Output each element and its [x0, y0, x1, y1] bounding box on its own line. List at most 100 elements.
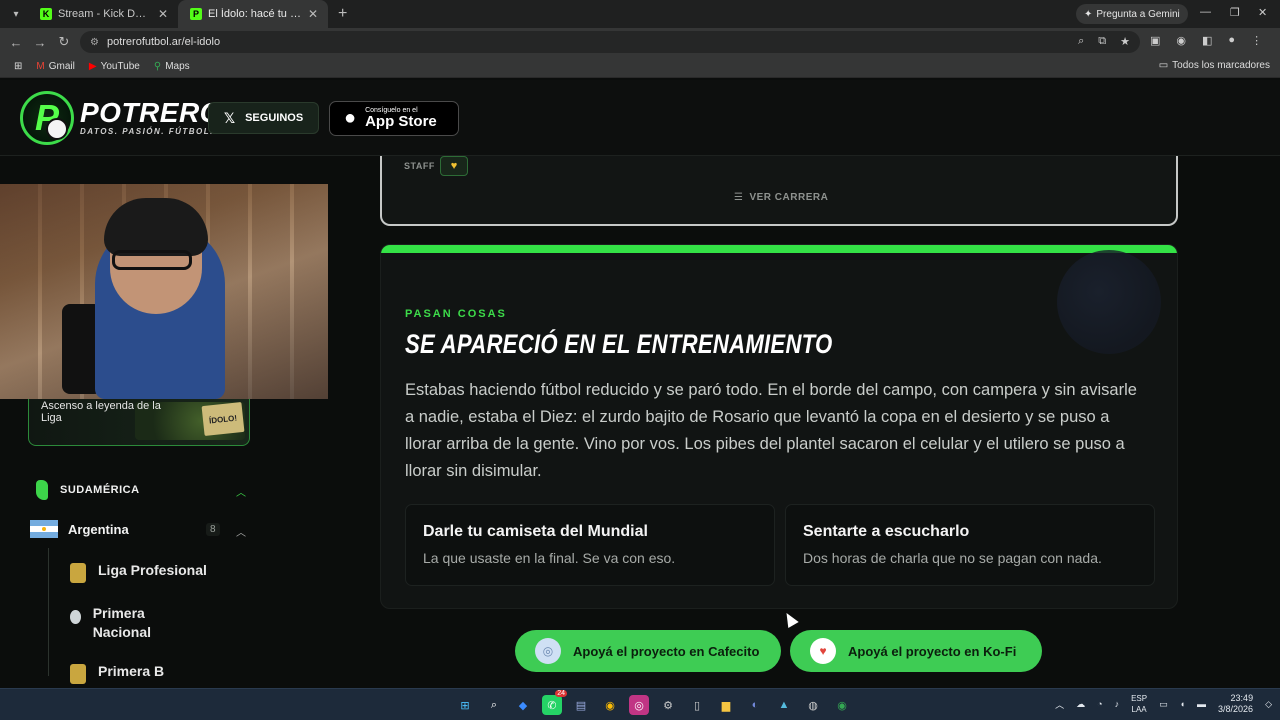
tab-kick-dashboard[interactable]: K Stream - Kick Dashboard ✕ [28, 0, 178, 28]
file-explorer-icon[interactable]: ▆ [716, 695, 736, 715]
streamer-hair [104, 198, 208, 256]
site-info-icon[interactable]: ⚙ [90, 37, 99, 48]
ver-carrera-label: VER CARRERA [749, 192, 829, 203]
tab-el-idolo[interactable]: P El Ídolo: hacé tu carrera en la Li ✕ [178, 0, 328, 28]
windows-start-icon[interactable]: ⊞ [455, 695, 475, 715]
legend-card[interactable]: ÍDOLO! Ascenso a leyenda de la Liga [28, 398, 250, 446]
app-icon[interactable]: ▯ [687, 695, 707, 715]
event-title: SE APARECIÓ EN EL ENTRENAMIENTO [405, 329, 833, 359]
notepad-icon[interactable]: ▤ [571, 695, 591, 715]
url-input[interactable]: ⚙ potrerofutbol.ar/el-idolo ⌕ ⧉ ★ [80, 31, 1140, 53]
follow-label: SEGUINOS [245, 112, 304, 124]
soccer-ball-icon [1057, 250, 1161, 354]
gemini-icon: ✦ [1084, 8, 1093, 20]
notification-bell-icon[interactable]: ◇ [1265, 699, 1272, 710]
network-icon[interactable]: ▭ [1159, 699, 1168, 710]
close-tab-icon[interactable]: ✕ [158, 7, 168, 21]
battery-icon[interactable]: ▬ [1197, 699, 1206, 709]
option-title: Darle tu camiseta del Mundial [423, 523, 648, 540]
appstore-big-text: App Store [365, 113, 437, 130]
close-tab-icon[interactable]: ✕ [308, 7, 318, 21]
extensions-puzzle-icon[interactable]: ◧ [1202, 34, 1212, 47]
option-give-shirt-button[interactable]: Darle tu camiseta del Mundial La que usa… [405, 504, 775, 586]
volume-icon[interactable]: ◖ [1180, 699, 1185, 709]
instagram-icon[interactable]: ◎ [629, 695, 649, 715]
all-bookmarks-label: Todos los marcadores [1172, 60, 1270, 71]
webcam-overlay [0, 184, 328, 399]
app-icon[interactable]: ▲ [774, 695, 794, 715]
menu-kebab-icon[interactable]: ⋮ [1251, 34, 1262, 47]
chevron-up-icon[interactable]: ︿ [236, 484, 246, 499]
ver-carrera-button[interactable]: ☰ VER CARRERA [734, 192, 828, 203]
accent-bar [381, 245, 1177, 253]
extension-icon[interactable]: ▣ [1150, 34, 1160, 47]
language-indicator[interactable]: ESP LAA [1131, 693, 1147, 715]
site-header: P POTRERO DATOS. PASIÓN. FÚTBOL. 𝕏 SEGUI… [0, 80, 1280, 156]
sidebar-item-primera-b[interactable]: Primera B [70, 663, 164, 687]
whatsapp-icon[interactable]: ✆ 24 [542, 690, 567, 715]
kofi-button[interactable]: ♥ Apoyá el proyecto en Ko-Fi [790, 630, 1042, 672]
gemini-button[interactable]: ✦ Pregunta a Gemini [1076, 4, 1188, 24]
search-icon[interactable]: ⌕ [484, 695, 504, 715]
zoom-icon[interactable]: ⌕ [1078, 35, 1084, 48]
cafecito-button[interactable]: ◎ Apoyá el proyecto en Cafecito [515, 630, 781, 672]
bookmark-maps[interactable]: ⚲ Maps [154, 61, 190, 72]
maps-icon: ⚲ [153, 61, 162, 72]
chevron-up-icon[interactable]: ︿ [236, 524, 246, 539]
sidebar-region-sudamerica[interactable]: SUDAMÉRICA [36, 480, 140, 500]
follow-on-x-button[interactable]: 𝕏 SEGUINOS [208, 102, 319, 134]
profile-avatar[interactable]: ● [1228, 34, 1235, 47]
apps-grid-icon[interactable]: ⊞ [14, 61, 22, 72]
discord-icon[interactable]: ◐ [745, 695, 765, 715]
close-window-icon[interactable]: ✕ [1258, 6, 1267, 19]
bookmark-label: Maps [165, 61, 190, 72]
clock[interactable]: 23:49 3/8/2026 [1218, 693, 1253, 715]
windows-taskbar: ⊞ ⌕ ◆ ✆ 24 ▤ ◉ ◎ ⚙ ▯ ▆ ◐ ▲ ◍ ◉ ︿ ☁ ◔ ♪ ES… [0, 688, 1280, 720]
tab-search-icon[interactable]: ▾ [4, 4, 28, 24]
extension-icon[interactable]: ◉ [1176, 34, 1186, 47]
sidebar-item-liga-profesional[interactable]: Liga Profesional [70, 562, 207, 583]
sidebar-item-argentina[interactable]: Argentina [30, 520, 129, 538]
list-icon: ☰ [734, 192, 744, 203]
option-subtitle: La que usaste en la final. Se va con eso… [423, 550, 676, 566]
forward-icon[interactable]: → [28, 35, 52, 50]
back-icon[interactable]: ← [4, 35, 28, 50]
tray-chevron-icon[interactable]: ︿ [1055, 698, 1064, 711]
region-label: SUDAMÉRICA [60, 484, 140, 496]
all-bookmarks-button[interactable]: ▭ Todos los marcadores [1159, 60, 1270, 71]
maximize-icon[interactable]: ❐ [1230, 6, 1240, 19]
tree-line [48, 548, 49, 676]
new-tab-button[interactable]: + [338, 5, 347, 23]
x-logo-icon: 𝕏 [223, 109, 236, 126]
sidebar-item-primera-nacional[interactable]: Primera Nacional [70, 604, 180, 642]
tab-title: Stream - Kick Dashboard [58, 8, 152, 20]
gmail-icon: M [36, 61, 45, 72]
cafecito-label: Apoyá el proyecto en Cafecito [573, 643, 760, 659]
bookmark-gmail[interactable]: M Gmail [36, 61, 74, 72]
app-tray-icon[interactable]: ◔ [1097, 699, 1102, 709]
brand-name[interactable]: POTRERO [80, 97, 222, 129]
minimize-icon[interactable]: — [1200, 6, 1211, 18]
security-icon[interactable]: ◆ [513, 695, 533, 715]
youtube-icon: ▶ [88, 61, 97, 72]
mouse-cursor [781, 609, 799, 629]
app-store-button[interactable]: ● Consíguelo en el App Store [329, 101, 459, 136]
reload-icon[interactable]: ↻ [52, 34, 76, 50]
potrero-logo-icon[interactable]: P [20, 91, 74, 145]
settings-icon[interactable]: ⚙ [658, 695, 678, 715]
onedrive-icon[interactable]: ☁ [1076, 699, 1085, 710]
option-subtitle: Dos horas de charla que no se pagan con … [803, 550, 1102, 566]
notification-badge: 24 [555, 690, 567, 697]
chrome-icon[interactable]: ◉ [832, 695, 852, 715]
install-icon[interactable]: ⧉ [1098, 35, 1106, 48]
mic-icon[interactable]: ♪ [1115, 699, 1120, 709]
bookmark-star-icon[interactable]: ★ [1120, 35, 1130, 48]
bookmark-label: YouTube [100, 61, 140, 72]
country-count-badge: 8 [206, 523, 220, 536]
option-listen-button[interactable]: Sentarte a escucharlo Dos horas de charl… [785, 504, 1155, 586]
primera-b-icon [70, 664, 86, 684]
chrome-icon[interactable]: ◉ [600, 695, 620, 715]
bookmark-youtube[interactable]: ▶ YouTube [89, 61, 140, 72]
steam-icon[interactable]: ◍ [803, 695, 823, 715]
address-bar-row: ← → ↻ ⚙ potrerofutbol.ar/el-idolo ⌕ ⧉ ★ … [0, 28, 1280, 56]
